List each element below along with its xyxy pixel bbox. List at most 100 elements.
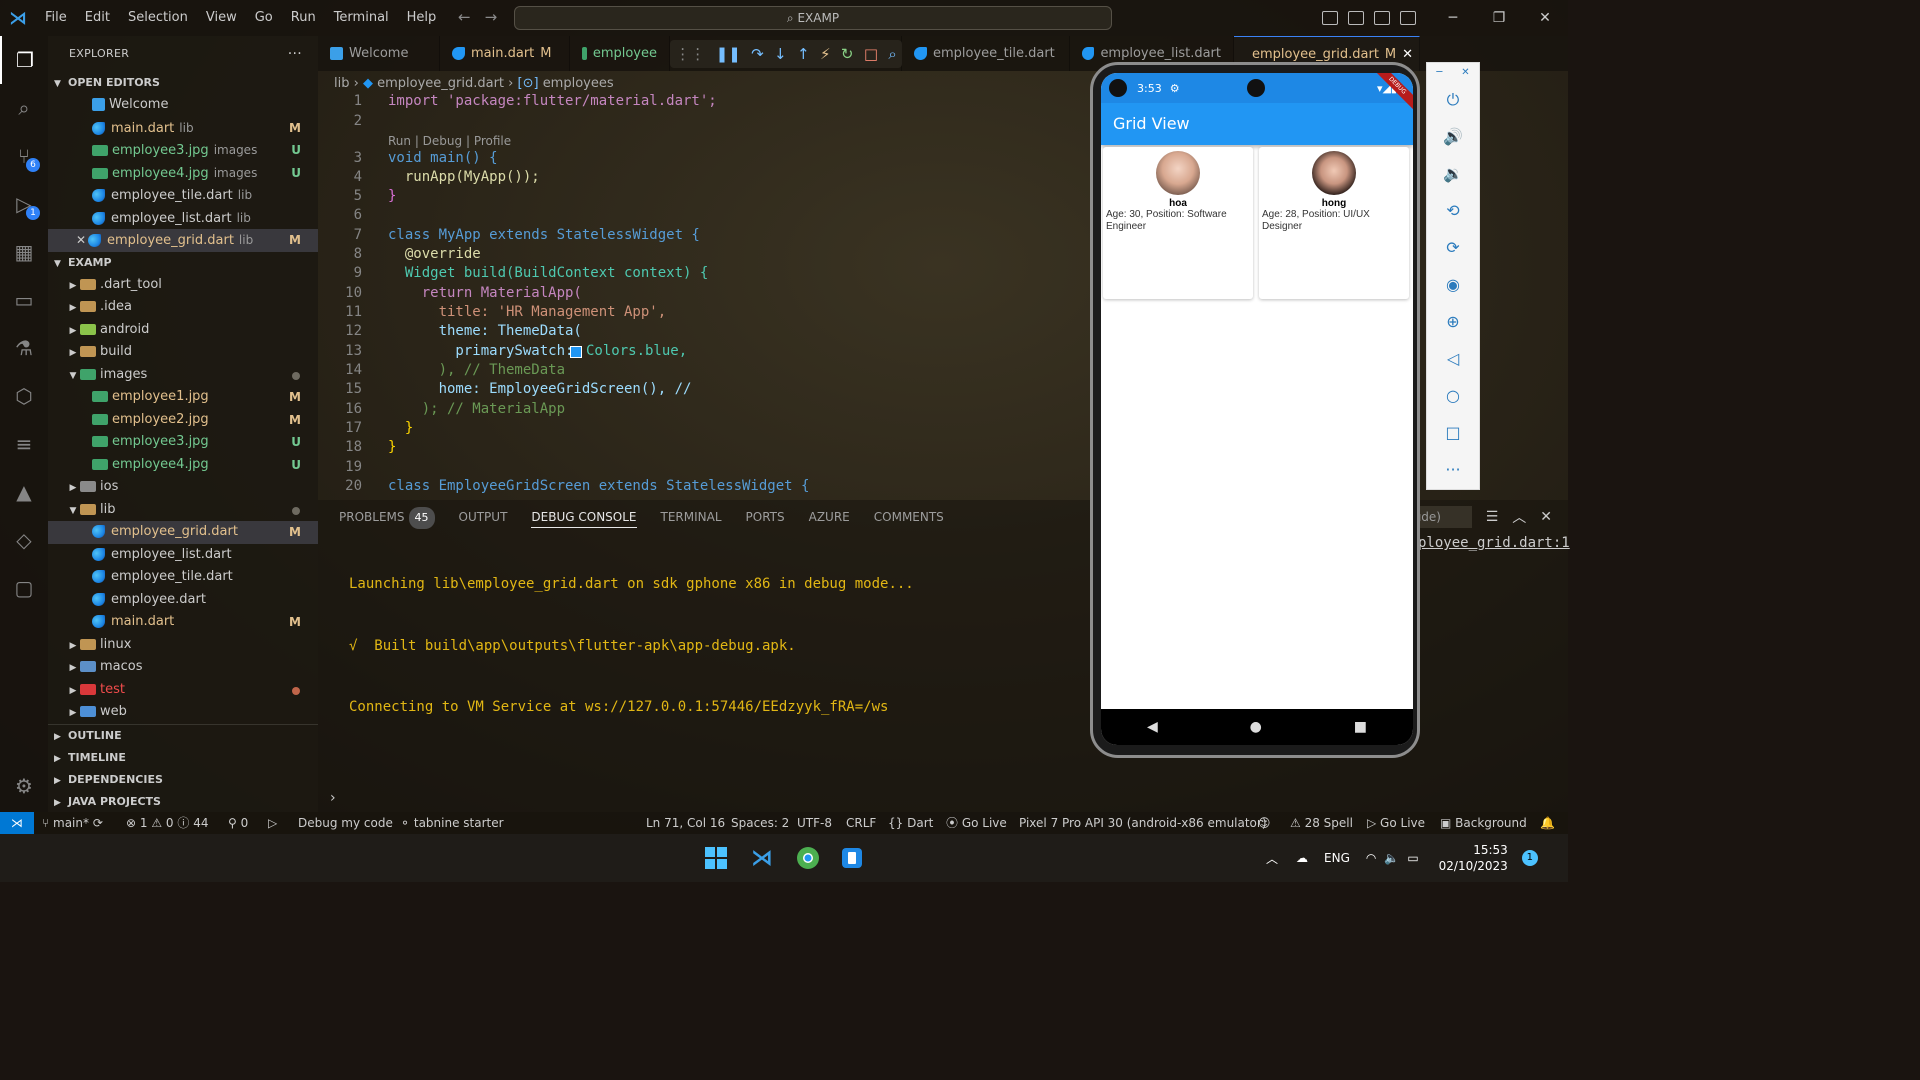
tabnine-status[interactable]: ⚬ tabnine starter — [400, 812, 504, 834]
tree-folder[interactable]: ▶ web — [48, 701, 318, 724]
tree-folder[interactable]: ▶ macos — [48, 656, 318, 679]
tree-folder[interactable]: ▶ build — [48, 341, 318, 364]
hot-reload-icon[interactable]: ⚡ — [820, 45, 831, 63]
employee-card[interactable]: hong Age: 28, Position: UI/UX Designer — [1259, 147, 1409, 299]
close-icon[interactable]: ✕ — [1461, 67, 1469, 78]
toggle-secondary-sidebar-icon[interactable] — [1374, 11, 1390, 25]
language-indicator[interactable]: ENG — [1324, 851, 1350, 865]
pause-icon[interactable]: ❚❚ — [716, 45, 741, 63]
azure-icon[interactable]: ▲ — [0, 468, 48, 516]
dependencies-header[interactable]: ▶ DEPENDENCIES — [48, 769, 318, 791]
project-header[interactable]: ▼ EXAMP — [48, 252, 318, 274]
menu-terminal[interactable]: Terminal — [325, 0, 398, 36]
more-actions-icon[interactable]: ··· — [288, 36, 302, 72]
console-source-link[interactable]: ployee_grid.dart:1 — [1418, 535, 1570, 551]
tree-folder[interactable]: ▶ android — [48, 319, 318, 342]
tray-overflow-icon[interactable]: ︿ — [1266, 850, 1278, 867]
tab-comments[interactable]: COMMENTS — [874, 506, 944, 528]
open-editor-item[interactable]: employee4.jpg images U — [48, 162, 318, 185]
tab-problems[interactable]: PROBLEMS 45 — [339, 506, 435, 529]
command-center-search[interactable]: ⌕ EXAMP — [514, 6, 1112, 30]
zoom-icon[interactable]: ⊕ — [1427, 303, 1479, 340]
codelens-run-debug[interactable]: Run | Debug | Profile — [388, 134, 511, 148]
tree-folder[interactable]: ▶ .idea — [48, 296, 318, 319]
restart-icon[interactable]: ↻ — [841, 45, 854, 63]
step-into-icon[interactable]: ↓ — [774, 45, 787, 63]
encoding[interactable]: UTF-8 — [797, 812, 832, 834]
comments-icon[interactable]: ▢ — [0, 564, 48, 612]
tab-azure[interactable]: AZURE — [809, 506, 850, 528]
git-branch[interactable]: ⑂ main* ⟳ — [42, 812, 103, 834]
clear-console-icon[interactable]: ☰ — [1486, 509, 1499, 525]
cursor-position[interactable]: Ln 71, Col 16 — [646, 812, 725, 834]
close-editor-icon[interactable]: ✕ — [74, 229, 88, 252]
open-editor-item-active[interactable]: ✕ employee_grid.dart lib M — [48, 229, 318, 252]
ports-status[interactable]: ⚲ 0 — [228, 812, 248, 834]
open-editors-header[interactable]: ▼ OPEN EDITORS — [48, 72, 318, 94]
nav-recents-icon[interactable]: ■ — [1354, 719, 1367, 735]
java-projects-header[interactable]: ▶ JAVA PROJECTS — [48, 791, 318, 813]
console-filter-input[interactable]: ude) — [1411, 506, 1472, 528]
debug-config[interactable]: Debug my code — [298, 812, 393, 834]
drag-handle-icon[interactable]: ⋮⋮ — [675, 45, 705, 63]
breadcrumb-folder[interactable]: lib — [334, 76, 349, 91]
tab-main-dart[interactable]: main.dart M — [440, 36, 570, 71]
stop-icon[interactable]: □ — [864, 45, 878, 63]
remote-indicator-icon[interactable]: ⋊ — [0, 812, 34, 834]
nav-home-icon[interactable]: ● — [1250, 719, 1262, 735]
code-editor[interactable]: 1 2 3 4 5 6 7 8 9 10 11 12 13 14 15 16 1… — [318, 93, 1090, 497]
menu-go[interactable]: Go — [246, 0, 282, 36]
tab-ports[interactable]: PORTS — [746, 506, 785, 528]
back-arrow-icon[interactable]: ← — [458, 8, 485, 26]
tree-folder[interactable]: ▶ linux — [48, 634, 318, 657]
chrome-taskbar-icon[interactable] — [794, 844, 822, 872]
toggle-sidebar-icon[interactable] — [1322, 11, 1338, 25]
flutter-icon[interactable]: ◇ — [0, 516, 48, 564]
menu-help[interactable]: Help — [398, 0, 446, 36]
inspect-widget-icon[interactable]: ⌕ — [888, 45, 896, 63]
go-live-status-2[interactable]: ▷ Go Live — [1367, 812, 1425, 834]
tree-file-selected[interactable]: employee_grid.dart M — [48, 521, 318, 544]
open-editor-item[interactable]: Welcome — [48, 94, 318, 117]
employee-card[interactable]: hoa Age: 30, Position: Software Engineer — [1103, 147, 1253, 299]
search-view-icon[interactable]: ⌕ — [0, 84, 48, 132]
open-editor-item[interactable]: employee_tile.dart lib — [48, 184, 318, 207]
vscode-taskbar-icon[interactable]: ⋊ — [748, 844, 776, 872]
indentation[interactable]: Spaces: 2 — [731, 812, 789, 834]
rotate-left-icon[interactable]: ⟲ — [1427, 192, 1479, 229]
run-debug-icon[interactable]: ▷ 1 — [0, 180, 48, 228]
customize-layout-icon[interactable] — [1400, 11, 1416, 25]
battery-icon[interactable]: ▭ — [1407, 851, 1418, 865]
tab-welcome[interactable]: Welcome — [318, 36, 440, 71]
more-options-icon[interactable]: ··· — [1427, 451, 1479, 488]
tree-folder[interactable]: ▶ .dart_tool — [48, 274, 318, 297]
tree-file[interactable]: employee_list.dart — [48, 544, 318, 567]
menu-selection[interactable]: Selection — [119, 0, 197, 36]
back-icon[interactable]: ◁ — [1427, 340, 1479, 377]
line-ending[interactable]: CRLF — [846, 812, 876, 834]
maximize-icon[interactable]: ❐ — [1476, 10, 1522, 26]
console-prompt-icon[interactable]: › — [330, 790, 336, 806]
tree-file[interactable]: employee_tile.dart — [48, 566, 318, 589]
tab-output[interactable]: OUTPUT — [459, 506, 508, 528]
volume-down-icon[interactable]: 🔉 — [1427, 155, 1479, 192]
power-icon[interactable]: ⏻ — [1427, 81, 1479, 118]
extensions-icon[interactable]: ▦ — [0, 228, 48, 276]
windows-start-icon[interactable] — [702, 844, 730, 872]
outline-header[interactable]: ▶ OUTLINE — [48, 725, 318, 747]
open-editor-item[interactable]: employee_list.dart lib — [48, 207, 318, 230]
go-live-status[interactable]: ⦿ Go Live — [946, 812, 1007, 834]
tree-folder[interactable]: ▼ images — [48, 364, 318, 387]
breadcrumb-symbol[interactable]: employees — [543, 76, 614, 91]
tab-employee-tile[interactable]: employee_tile.dart — [902, 36, 1070, 71]
minimize-icon[interactable]: ─ — [1436, 67, 1442, 78]
explorer-icon[interactable]: ❐ — [0, 36, 48, 84]
tree-file[interactable]: employee3.jpg U — [48, 431, 318, 454]
tree-folder[interactable]: ▶ ios — [48, 476, 318, 499]
minimize-icon[interactable]: ─ — [1430, 10, 1476, 26]
toggle-panel-icon[interactable] — [1348, 11, 1364, 25]
list-icon[interactable]: ≡ — [0, 420, 48, 468]
maximize-panel-icon[interactable]: ︿ — [1512, 507, 1526, 527]
language-mode[interactable]: {} Dart — [888, 812, 933, 834]
timeline-header[interactable]: ▶ TIMELINE — [48, 747, 318, 769]
